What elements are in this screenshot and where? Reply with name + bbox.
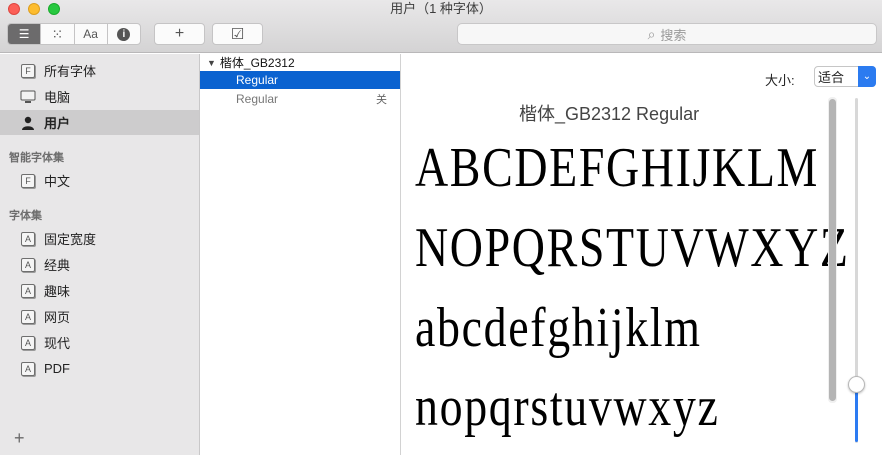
font-family-row[interactable]: ▼ 楷体_GB2312: [200, 54, 400, 71]
sidebar-item-chinese[interactable]: F 中文: [0, 168, 199, 193]
info-view-button[interactable]: i: [108, 24, 140, 44]
sidebar-item-modern[interactable]: A 现代: [0, 330, 199, 355]
preview-scrollbar-thumb[interactable]: [829, 99, 836, 401]
sidebar-item-label: 网页: [44, 310, 71, 325]
font-face-name: Regular: [236, 92, 279, 106]
checkbox-icon: ☑: [230, 26, 245, 43]
font-preview-pane: 大小: 适合 ⌄ 楷体_GB2312 Regular ABCDEFGHIJKLM…: [401, 54, 882, 455]
sidebar-item-label: 电脑: [44, 90, 71, 105]
sample-text-icon: Aa: [83, 27, 98, 41]
search-field[interactable]: ⌕ 搜索: [457, 23, 877, 45]
sidebar-item-all-fonts[interactable]: F 所有字体: [0, 58, 199, 83]
sidebar-item-label: PDF: [44, 361, 70, 376]
collection-icon: A: [20, 309, 36, 325]
sidebar-item-fixed-width[interactable]: A 固定宽度: [0, 226, 199, 251]
info-icon: i: [117, 27, 131, 41]
font-box-icon: F: [20, 63, 36, 79]
sidebar-item-label: 经典: [44, 258, 71, 273]
add-font-button[interactable]: +: [154, 23, 205, 45]
font-face-row[interactable]: Regular 关: [200, 90, 400, 108]
window-title: 用户（1 种字体）: [390, 1, 492, 16]
sample-line: nopqrstuvwxyz: [415, 376, 720, 438]
sidebar-item-classic[interactable]: A 经典: [0, 252, 199, 277]
font-face-row[interactable]: Regular: [200, 71, 400, 89]
search-icon: ⌕: [647, 25, 656, 42]
collection-icon: A: [20, 283, 36, 299]
sidebar-item-label: 现代: [44, 336, 71, 351]
sidebar-item-web[interactable]: A 网页: [0, 304, 199, 329]
sample-line: ABCDEFGHIJKLM: [415, 137, 820, 199]
sidebar-item-fun[interactable]: A 趣味: [0, 278, 199, 303]
plus-icon: +: [174, 25, 185, 42]
collection-icon: A: [20, 231, 36, 247]
size-label: 大小:: [765, 73, 795, 88]
size-value: 适合: [818, 70, 845, 85]
sidebar-item-label: 所有字体: [44, 64, 97, 79]
size-slider-knob[interactable]: [848, 376, 865, 393]
font-box-icon: F: [20, 173, 36, 189]
sidebar-item-label: 中文: [44, 174, 71, 189]
user-icon: [20, 115, 36, 131]
toolbar: 用户（1 种字体） ☰ ⁙ Aa i + ☑ ⌕ 搜索: [0, 0, 882, 53]
chevron-down-icon: ⌄: [858, 66, 876, 87]
sidebar-item-user[interactable]: 用户: [0, 110, 199, 135]
add-collection-button[interactable]: +: [14, 428, 25, 449]
sidebar: F 所有字体 电脑 用户 智能字体集 F 中文 字体集 A 固定宽度 A 经典: [0, 54, 200, 455]
smart-collections-header: 智能字体集: [9, 152, 64, 164]
search-placeholder: 搜索: [660, 27, 687, 43]
sidebar-item-label: 固定宽度: [44, 232, 97, 247]
sample-line: abcdefghijklm: [415, 297, 702, 359]
collection-icon: A: [20, 257, 36, 273]
collection-icon: A: [20, 361, 36, 377]
list-view-button[interactable]: ☰: [8, 24, 42, 44]
preview-font-title: 楷体_GB2312 Regular: [519, 104, 700, 124]
sidebar-item-label: 趣味: [44, 284, 71, 299]
size-popup[interactable]: 适合 ⌄: [814, 66, 876, 87]
grid-icon: ⁙: [51, 25, 64, 42]
computer-icon: [20, 89, 36, 105]
collection-icon: A: [20, 335, 36, 351]
sidebar-item-label: 用户: [44, 116, 71, 131]
font-list: ▼ 楷体_GB2312 Regular Regular 关: [200, 54, 401, 455]
font-face-name: Regular: [236, 73, 279, 87]
sidebar-item-pdf[interactable]: A PDF: [0, 356, 199, 381]
sample-view-button[interactable]: Aa: [75, 24, 108, 44]
grid-view-button[interactable]: ⁙: [41, 24, 75, 44]
sample-line: NOPQRSTUVWXYZ: [415, 217, 850, 279]
view-mode-segmented-control: ☰ ⁙ Aa i: [7, 23, 141, 45]
collections-header: 字体集: [9, 210, 42, 222]
validate-font-button[interactable]: ☑: [212, 23, 263, 45]
font-disabled-status: 关: [376, 94, 387, 106]
font-family-name: 楷体_GB2312: [219, 56, 295, 70]
list-icon: ☰: [18, 27, 30, 41]
sidebar-item-computer[interactable]: 电脑: [0, 84, 199, 109]
disclosure-triangle-icon[interactable]: ▼: [207, 58, 216, 68]
font-book-window: 用户（1 种字体） ☰ ⁙ Aa i + ☑ ⌕ 搜索 F 所有字体 电脑 用户…: [0, 0, 882, 455]
